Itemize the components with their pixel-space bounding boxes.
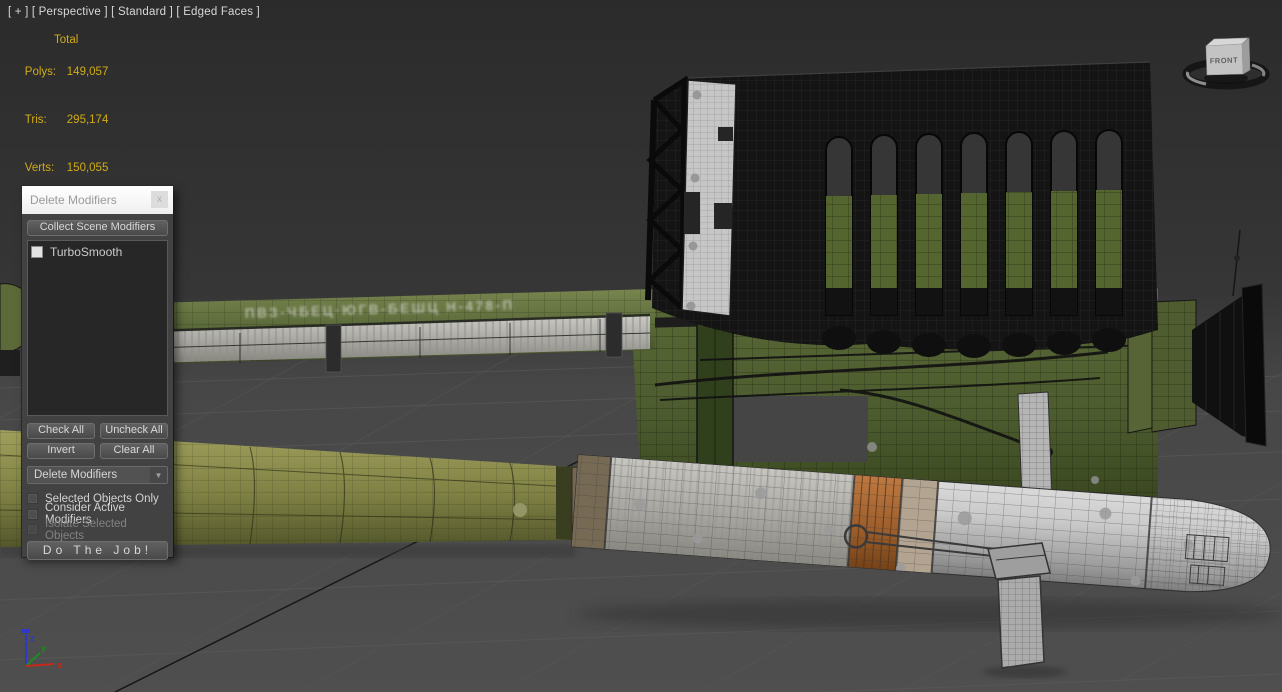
selected-objects-only-checkbox[interactable] xyxy=(27,493,38,505)
close-icon[interactable]: x xyxy=(151,191,168,208)
modifier-checkbox[interactable] xyxy=(31,246,43,258)
modifier-list-item[interactable]: TurboSmooth xyxy=(31,245,164,259)
dialog-titlebar[interactable]: Delete Modifiers x xyxy=(22,186,173,214)
radiator-panel[interactable] xyxy=(645,61,1158,358)
max-viewport: ПВЗ-ЧБЕЦ·ЮГВ-БЕШЦ Н-478-П FRONT z y x [… xyxy=(0,0,1282,692)
consider-active-modifiers-checkbox[interactable] xyxy=(27,508,38,520)
axis-y-label: y xyxy=(41,643,46,653)
viewport-label[interactable]: [ + ] [ Perspective ] [ Standard ] [ Edg… xyxy=(8,6,260,18)
collect-scene-modifiers-button[interactable]: Collect Scene Modifiers xyxy=(27,220,168,236)
viewport-canvas[interactable]: ПВЗ-ЧБЕЦ·ЮГВ-БЕШЦ Н-478-П FRONT z y x xyxy=(0,0,1282,692)
stats-row: Polys: 149,057 xyxy=(24,66,109,78)
isolate-selected-objects-checkbox xyxy=(27,524,38,536)
axis-z-label: z xyxy=(30,633,35,643)
clear-all-button[interactable]: Clear All xyxy=(100,443,168,459)
check-all-button[interactable]: Check All xyxy=(27,423,95,439)
stats-row: Tris: 295,174 xyxy=(24,114,109,126)
option-isolate-selected-objects: Isolate Selected Objects xyxy=(27,518,168,542)
chevron-down-icon: ▼ xyxy=(150,467,167,483)
viewcube-front-label: FRONT xyxy=(1210,56,1239,66)
do-the-job-button[interactable]: Do The Job! xyxy=(27,540,168,560)
viewcube-right-face xyxy=(1241,37,1251,75)
modifier-label: TurboSmooth xyxy=(50,245,123,259)
invert-button[interactable]: Invert xyxy=(27,443,95,459)
axis-x-label: x xyxy=(57,660,62,670)
delete-modifiers-dialog: Delete Modifiers x Collect Scene Modifie… xyxy=(22,186,173,560)
dialog-title: Delete Modifiers xyxy=(30,193,117,207)
modifier-list[interactable]: TurboSmooth xyxy=(27,240,168,416)
stats-row: Verts: 150,055 xyxy=(24,162,109,174)
action-dropdown[interactable]: Delete Modifiers ▼ xyxy=(27,466,168,484)
arch-slots xyxy=(825,129,1123,316)
stats-header: Total xyxy=(54,34,79,46)
uncheck-all-button[interactable]: Uncheck All xyxy=(100,423,168,439)
fin-bracket xyxy=(987,542,1051,580)
